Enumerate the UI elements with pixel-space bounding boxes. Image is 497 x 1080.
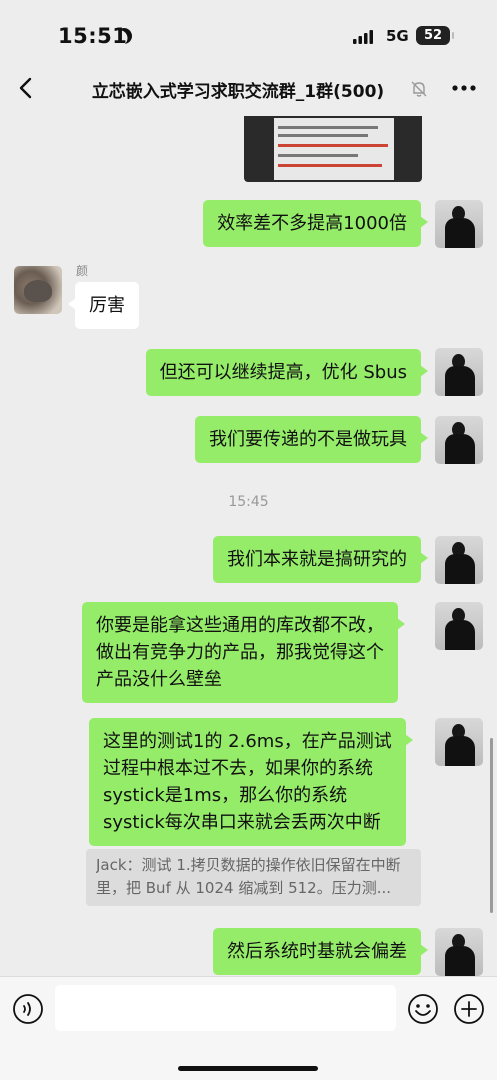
chat-title[interactable]: 立芯嵌入式学习求职交流群_1群(500) <box>58 77 418 102</box>
avatar[interactable] <box>435 348 483 396</box>
message-bubble[interactable]: 厉害 <box>68 282 139 329</box>
image-message[interactable] <box>244 116 422 182</box>
scrollbar[interactable] <box>490 738 493 913</box>
message-bubble[interactable]: 你要是能拿这些通用的库改都不改， 做出有竞争力的产品，那我觉得这个 产品没什么壁… <box>82 602 405 703</box>
message-line: 这里的测试1的 2.6ms，在产品测试 <box>103 731 392 752</box>
message-line: 你要是能拿这些通用的库改都不改， <box>96 615 384 636</box>
message-bubble[interactable]: 这里的测试1的 2.6ms，在产品测试 过程中根本过不去，如果你的系统 syst… <box>89 718 413 846</box>
quoted-reply[interactable]: Jack：测试 1.拷贝数据的操作依旧保留在中断里，把 Buf 从 1024 缩… <box>86 849 421 906</box>
input-bar <box>0 976 497 1080</box>
more-icon[interactable] <box>448 74 480 102</box>
message-line: systick是1ms，那么你的系统 <box>103 785 348 806</box>
sender-name: 颜 <box>76 264 89 278</box>
avatar[interactable] <box>435 536 483 584</box>
message-list[interactable]: 效率差不多提高1000倍 颜 厉害 但还可以继续提高，优化 Sbus 我们要传递… <box>0 116 497 976</box>
message-timestamp: 15:45 <box>228 494 269 510</box>
message-line: 过程中根本过不去，如果你的系统 <box>103 758 373 779</box>
quote-text: Jack：测试 1.拷贝数据的操作依旧保留在中断里，把 Buf 从 1024 缩… <box>96 856 401 897</box>
battery-level: 52 <box>423 28 443 43</box>
message-line: 做出有竞争力的产品，那我觉得这个 <box>96 642 384 663</box>
message-bubble[interactable]: 我们要传递的不是做玩具 <box>195 416 428 463</box>
message-bubble[interactable]: 然后系统时基就会偏差 <box>213 928 428 975</box>
chat-header: 立芯嵌入式学习求职交流群_1群(500) <box>0 60 497 116</box>
status-bar: 15:51 5G 52 <box>0 0 497 60</box>
avatar[interactable] <box>435 602 483 650</box>
emoji-icon[interactable] <box>407 993 439 1025</box>
avatar[interactable] <box>435 718 483 766</box>
message-bubble[interactable]: 我们本来就是搞研究的 <box>213 536 428 583</box>
home-indicator <box>178 1066 318 1071</box>
plus-icon[interactable] <box>453 993 485 1025</box>
avatar[interactable] <box>435 416 483 464</box>
message-line: systick每次串口来就会丢两次中断 <box>103 812 381 833</box>
back-icon[interactable] <box>14 74 42 102</box>
network-type: 5G <box>386 27 409 45</box>
battery-icon: 52 <box>416 26 454 45</box>
message-bubble[interactable]: 但还可以继续提高，优化 Sbus <box>145 349 429 396</box>
avatar[interactable] <box>435 928 483 976</box>
message-input[interactable] <box>55 985 396 1031</box>
cellular-signal-icon <box>353 30 373 44</box>
mute-bell-icon <box>411 81 427 97</box>
message-bubble[interactable]: 效率差不多提高1000倍 <box>203 200 428 247</box>
avatar[interactable] <box>14 266 62 314</box>
message-line: 产品没什么壁垒 <box>96 669 222 690</box>
voice-icon[interactable] <box>12 993 44 1025</box>
avatar[interactable] <box>435 200 483 248</box>
